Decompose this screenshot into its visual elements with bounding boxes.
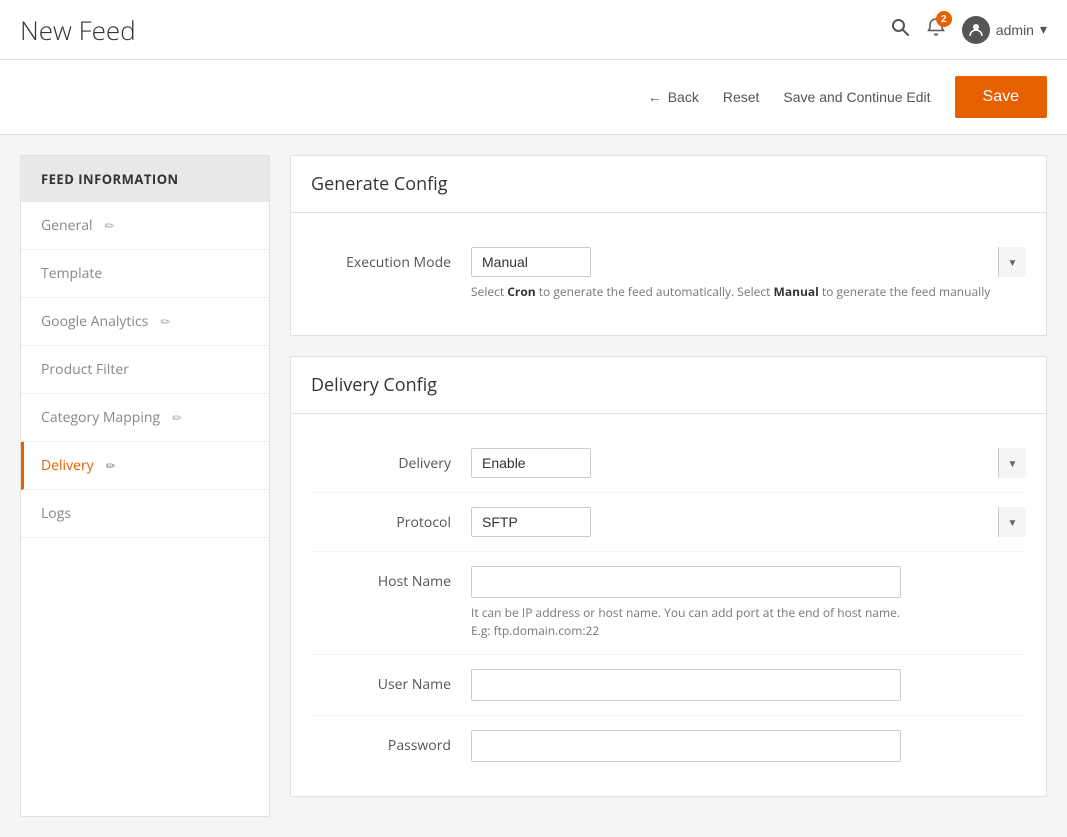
search-button[interactable] <box>890 17 910 42</box>
user-icon <box>968 22 984 38</box>
reset-button[interactable]: Reset <box>723 89 760 105</box>
admin-dropdown-icon: ▾ <box>1040 21 1047 38</box>
protocol-select-wrap: SFTP FTP FTPS ▼ <box>471 507 1026 537</box>
content-area: Generate Config Execution Mode Manual Cr… <box>290 155 1047 817</box>
back-label: Back <box>668 89 699 105</box>
execution-mode-select-wrap: Manual Cron ▼ <box>471 247 1026 277</box>
header-actions: 2 admin ▾ <box>890 16 1047 44</box>
toolbar: ← Back Reset Save and Continue Edit Save <box>0 60 1067 135</box>
admin-label: admin <box>996 22 1034 38</box>
host-name-row: Host Name It can be IP address or host n… <box>311 552 1026 655</box>
password-input[interactable] <box>471 730 901 762</box>
protocol-label: Protocol <box>311 507 471 532</box>
user-name-row: User Name <box>311 655 1026 716</box>
host-name-input[interactable] <box>471 566 901 598</box>
host-name-help: It can be IP address or host name. You c… <box>471 604 1026 640</box>
edit-icon-delivery: ✏ <box>106 457 116 474</box>
sidebar-item-general[interactable]: General ✏ <box>21 202 269 250</box>
user-name-input[interactable] <box>471 669 901 701</box>
sidebar-item-template[interactable]: Template <box>21 250 269 298</box>
execution-mode-row: Execution Mode Manual Cron ▼ Select Cron… <box>311 233 1026 315</box>
sidebar-item-product-filter-label: Product Filter <box>41 360 129 379</box>
save-label: Save <box>983 88 1019 105</box>
page-title: New Feed <box>20 12 136 48</box>
protocol-select[interactable]: SFTP FTP FTPS <box>471 507 591 537</box>
protocol-row: Protocol SFTP FTP FTPS ▼ <box>311 493 1026 552</box>
execution-mode-arrow-icon: ▼ <box>998 247 1026 277</box>
protocol-control: SFTP FTP FTPS ▼ <box>471 507 1026 537</box>
generate-config-section: Generate Config Execution Mode Manual Cr… <box>290 155 1047 336</box>
sidebar-item-category-mapping[interactable]: Category Mapping ✏ <box>21 394 269 442</box>
sidebar-item-general-label: General <box>41 216 93 235</box>
sidebar-item-category-mapping-label: Category Mapping <box>41 408 160 427</box>
edit-icon-category-mapping: ✏ <box>172 409 182 426</box>
sidebar: FEED INFORMATION General ✏ Template Goog… <box>20 155 270 817</box>
sidebar-item-template-label: Template <box>41 264 102 283</box>
edit-icon-general: ✏ <box>105 217 115 234</box>
back-button[interactable]: ← Back <box>648 89 699 105</box>
execution-mode-label: Execution Mode <box>311 247 471 272</box>
execution-mode-control: Manual Cron ▼ Select Cron to generate th… <box>471 247 1026 301</box>
protocol-arrow-icon: ▼ <box>998 507 1026 537</box>
reset-label: Reset <box>723 89 760 105</box>
user-name-label: User Name <box>311 669 471 694</box>
sidebar-item-logs-label: Logs <box>41 504 71 523</box>
admin-avatar <box>962 16 990 44</box>
password-row: Password <box>311 716 1026 776</box>
password-control <box>471 730 1026 762</box>
generate-config-body: Execution Mode Manual Cron ▼ Select Cron… <box>291 213 1046 335</box>
save-button[interactable]: Save <box>955 76 1047 118</box>
sidebar-item-product-filter[interactable]: Product Filter <box>21 346 269 394</box>
delivery-select-wrap: Enable Disable ▼ <box>471 448 1026 478</box>
generate-config-title: Generate Config <box>291 156 1046 213</box>
sidebar-item-delivery[interactable]: Delivery ✏ <box>21 442 269 490</box>
execution-mode-help: Select Cron to generate the feed automat… <box>471 283 1026 301</box>
sidebar-header: FEED INFORMATION <box>21 156 269 202</box>
sidebar-item-google-analytics-label: Google Analytics <box>41 312 148 331</box>
delivery-row: Delivery Enable Disable ▼ <box>311 434 1026 493</box>
sidebar-item-delivery-label: Delivery <box>41 456 94 475</box>
search-icon <box>890 17 910 37</box>
delivery-config-section: Delivery Config Delivery Enable Disable … <box>290 356 1047 797</box>
edit-icon-google-analytics: ✏ <box>160 313 170 330</box>
execution-mode-select[interactable]: Manual Cron <box>471 247 591 277</box>
delivery-config-body: Delivery Enable Disable ▼ Protocol <box>291 414 1046 796</box>
sidebar-item-logs[interactable]: Logs <box>21 490 269 538</box>
delivery-arrow-icon: ▼ <box>998 448 1026 478</box>
delivery-label: Delivery <box>311 448 471 473</box>
host-name-label: Host Name <box>311 566 471 591</box>
delivery-control: Enable Disable ▼ <box>471 448 1026 478</box>
host-name-control: It can be IP address or host name. You c… <box>471 566 1026 640</box>
save-continue-label: Save and Continue Edit <box>783 89 930 105</box>
save-continue-button[interactable]: Save and Continue Edit <box>783 89 930 105</box>
page-header: New Feed 2 admin ▾ <box>0 0 1067 60</box>
sidebar-item-google-analytics[interactable]: Google Analytics ✏ <box>21 298 269 346</box>
password-label: Password <box>311 730 471 755</box>
delivery-select[interactable]: Enable Disable <box>471 448 591 478</box>
user-name-control <box>471 669 1026 701</box>
delivery-config-title: Delivery Config <box>291 357 1046 414</box>
notification-button[interactable]: 2 <box>926 17 946 42</box>
back-arrow-icon: ← <box>648 89 662 105</box>
notification-badge: 2 <box>936 11 952 27</box>
main-content: FEED INFORMATION General ✏ Template Goog… <box>0 135 1067 837</box>
admin-menu-button[interactable]: admin ▾ <box>962 16 1047 44</box>
